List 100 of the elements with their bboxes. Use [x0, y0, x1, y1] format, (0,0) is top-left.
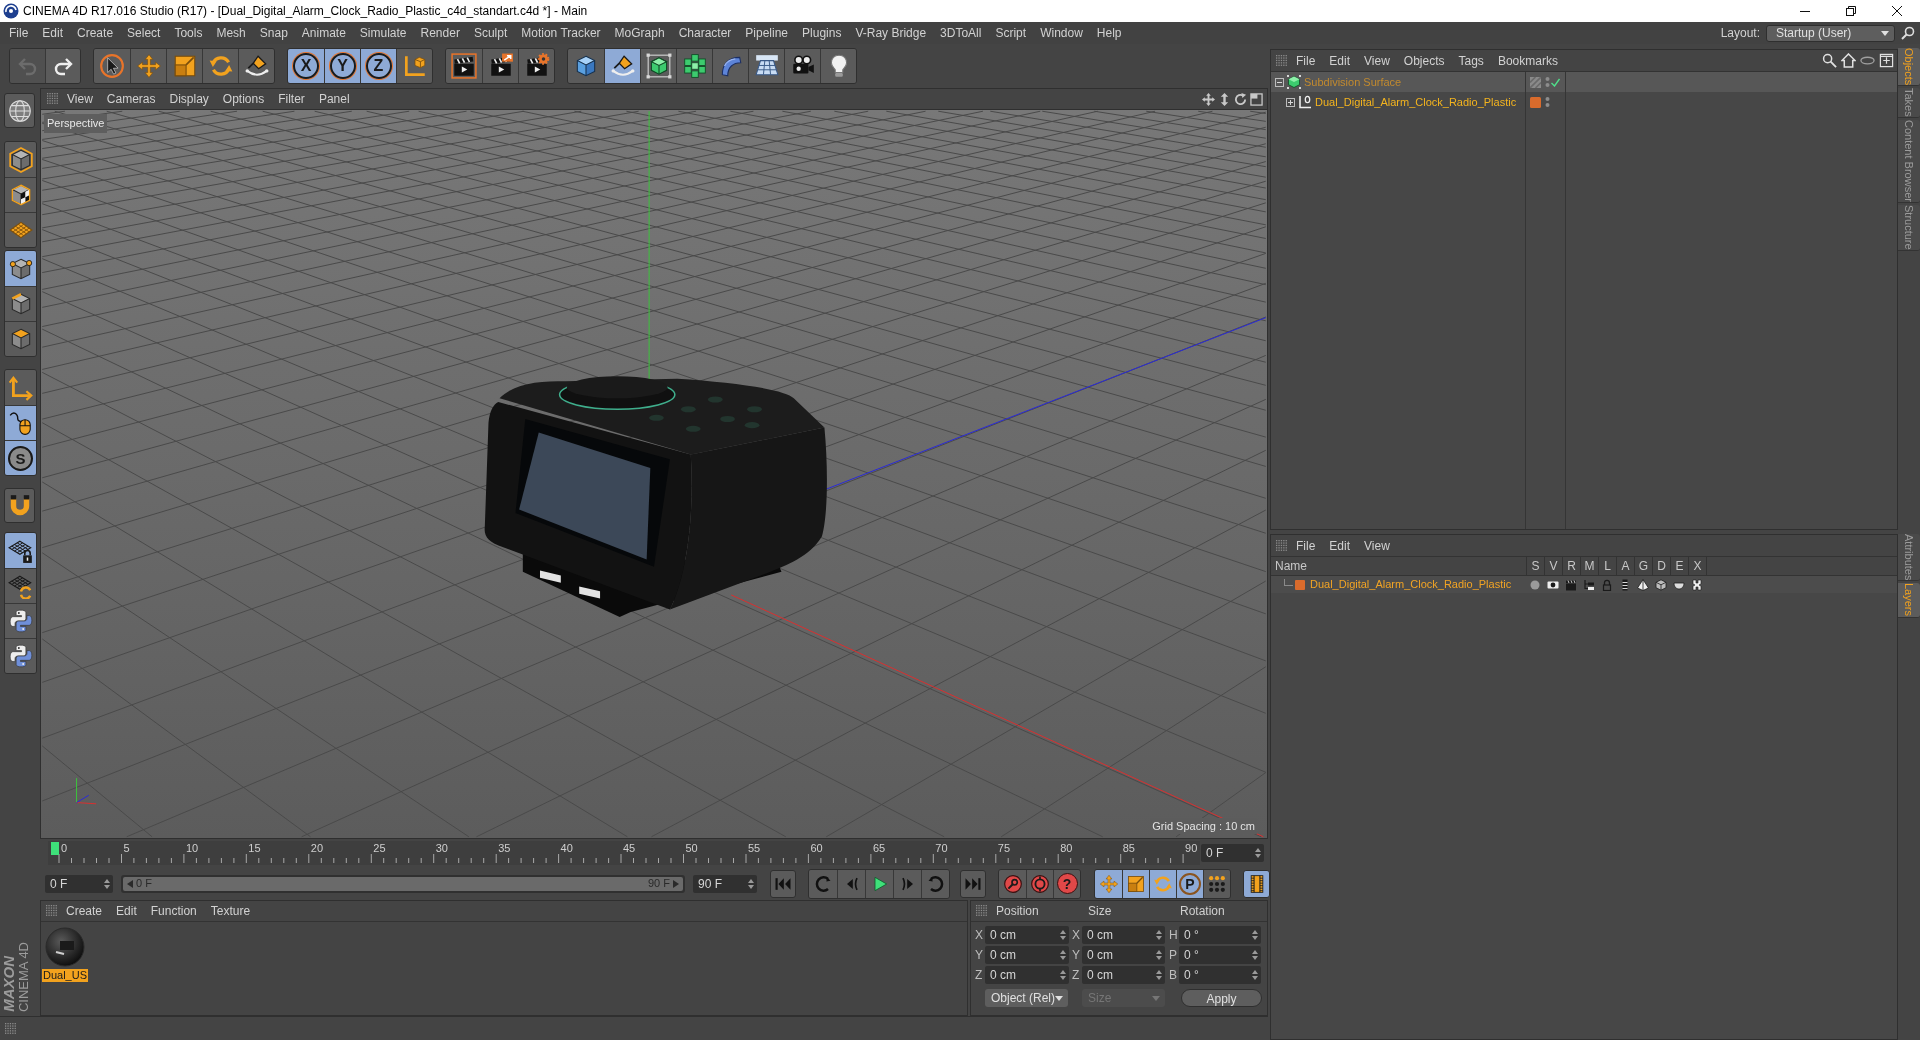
workplane-lock-button[interactable] — [5, 533, 36, 568]
record-button[interactable] — [999, 869, 1026, 898]
timeline-ruler[interactable]: 0 5 10 15 20 25 30 35 40 45 50 55 60 65 70 75 80 85 90 — [48, 841, 1200, 865]
menu-item[interactable]: Plugins — [795, 23, 849, 43]
menu-item[interactable]: Tools — [167, 23, 210, 43]
menu-item[interactable]: Window — [1033, 23, 1090, 43]
column-header[interactable]: A — [1616, 556, 1634, 576]
parameter-button[interactable]: P — [1176, 869, 1203, 898]
object-menu-item[interactable]: Objects — [1396, 50, 1452, 71]
current-frame-field[interactable]: 0 F — [1201, 844, 1264, 862]
size-field[interactable]: 0 cm — [1082, 966, 1165, 984]
menu-item[interactable]: MoGraph — [607, 23, 672, 43]
column-header[interactable]: X — [1688, 556, 1706, 576]
menu-item[interactable]: Sculpt — [466, 23, 515, 43]
object-menu-item[interactable]: Bookmarks — [1490, 50, 1565, 71]
camera-object-button[interactable] — [784, 49, 820, 83]
python-script-button[interactable] — [5, 638, 36, 673]
rotation-field[interactable]: 0 ° — [1179, 926, 1261, 944]
brush-tool-button[interactable] — [238, 49, 274, 83]
maximize-view-button[interactable] — [1249, 92, 1263, 106]
layer-menu-item[interactable]: Edit — [1322, 535, 1358, 556]
layer-menu-item[interactable]: View — [1357, 535, 1397, 556]
go-to-end-button[interactable] — [960, 869, 986, 898]
viewport-menu-item[interactable]: Panel — [311, 89, 357, 109]
home-button[interactable] — [1840, 52, 1856, 69]
workplane-align-button[interactable] — [5, 568, 36, 603]
render-settings-button[interactable] — [518, 49, 554, 83]
texture-mode-button[interactable] — [5, 177, 36, 212]
go-to-start-button[interactable] — [770, 869, 796, 898]
playhead-marker[interactable] — [51, 842, 59, 855]
menu-item[interactable]: Pipeline — [738, 23, 796, 43]
viewport-menu-item[interactable]: Options — [215, 89, 272, 109]
workplane-mode-button[interactable] — [5, 212, 36, 247]
menu-item[interactable]: Render — [413, 23, 467, 43]
viewport-menu-item[interactable]: Filter — [271, 89, 312, 109]
coordinate-system-button[interactable] — [396, 49, 432, 83]
position-key-button[interactable] — [1095, 869, 1122, 898]
move-tool-button[interactable] — [130, 49, 166, 83]
column-header[interactable]: G — [1634, 556, 1652, 576]
points-mode-button[interactable] — [5, 251, 36, 286]
spline-pen-button[interactable] — [604, 49, 640, 83]
move-view-button[interactable] — [1201, 92, 1215, 106]
size-field[interactable]: 0 cm — [1082, 946, 1165, 964]
column-header[interactable]: R — [1562, 556, 1580, 576]
render-view-button[interactable] — [446, 49, 482, 83]
menu-item[interactable]: Snap — [252, 23, 295, 43]
play-button[interactable] — [865, 869, 893, 898]
axis-lock-button[interactable]: X — [288, 49, 324, 83]
rotation-field[interactable]: 0 ° — [1179, 966, 1261, 984]
start-frame-field[interactable]: 0 F — [45, 874, 113, 893]
check-icon[interactable] — [1551, 77, 1560, 87]
floor-object-button[interactable] — [748, 49, 784, 83]
layer-toggle[interactable] — [1634, 576, 1652, 593]
position-field[interactable]: 0 cm — [985, 926, 1069, 944]
snap-button[interactable] — [4, 488, 35, 523]
column-header[interactable]: D — [1652, 556, 1670, 576]
make-editable-button[interactable] — [4, 93, 35, 128]
position-field[interactable]: 0 cm — [985, 946, 1069, 964]
redo-button[interactable] — [45, 49, 80, 83]
rotate-tool-button[interactable] — [202, 49, 238, 83]
coordinate-mode-dropdown[interactable]: Object (Rel) — [985, 989, 1068, 1007]
tweak-mode-button[interactable] — [5, 405, 36, 440]
menu-item[interactable]: Create — [70, 23, 121, 43]
object-menu-item[interactable]: Tags — [1451, 50, 1491, 71]
solo-button[interactable]: S — [5, 440, 36, 475]
layer-toggle[interactable] — [1652, 576, 1670, 593]
next-key-button[interactable] — [921, 869, 949, 898]
object-menu-item[interactable]: File — [1289, 50, 1323, 71]
menu-item[interactable]: Script — [988, 23, 1034, 43]
expand-icon[interactable] — [1286, 97, 1295, 107]
axis-lock-button[interactable]: Y — [324, 49, 360, 83]
material-item[interactable]: Dual_US — [43, 924, 87, 982]
material-menu-item[interactable]: Function — [143, 901, 204, 921]
key-selection-button[interactable]: ? — [1053, 869, 1080, 898]
position-field[interactable]: 0 cm — [985, 966, 1069, 984]
menu-item[interactable]: Help — [1089, 23, 1129, 43]
edges-mode-button[interactable] — [5, 286, 36, 321]
3d-viewport[interactable]: Perspective Grid Spacing : 10 cm — [40, 109, 1268, 839]
previous-key-button[interactable] — [809, 869, 837, 898]
menu-item[interactable]: Motion Tracker — [514, 23, 608, 43]
column-header[interactable]: S — [1526, 556, 1544, 576]
select-tool-button[interactable] — [94, 49, 130, 83]
cloner-button[interactable] — [676, 49, 712, 83]
viewport-menu-item[interactable]: Display — [162, 89, 216, 109]
scale-tool-button[interactable] — [166, 49, 202, 83]
new-panel-button[interactable] — [1878, 52, 1894, 69]
menu-item[interactable]: V-Ray Bridge — [848, 23, 934, 43]
menu-item[interactable]: Select — [120, 23, 168, 43]
column-header[interactable]: E — [1670, 556, 1688, 576]
object-menu-item[interactable]: View — [1357, 50, 1397, 71]
menu-item[interactable]: Mesh — [209, 23, 253, 43]
point-level-button[interactable] — [1203, 869, 1230, 898]
end-frame-field[interactable]: 90 F — [693, 874, 757, 893]
material-menu-item[interactable]: Texture — [203, 901, 258, 921]
rotation-key-button[interactable] — [1149, 869, 1176, 898]
model-mode-button[interactable] — [5, 142, 36, 177]
timeline-button[interactable] — [1243, 869, 1270, 898]
apply-button[interactable]: Apply — [1181, 989, 1262, 1007]
size-field[interactable]: 0 cm — [1082, 926, 1165, 944]
render-picture-button[interactable] — [482, 49, 518, 83]
